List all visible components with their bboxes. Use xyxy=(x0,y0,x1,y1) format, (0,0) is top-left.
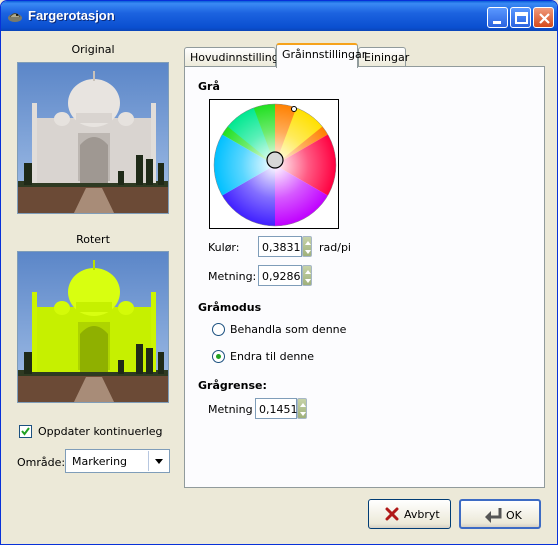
hue-unit: rad/pi xyxy=(319,241,351,254)
hue-input[interactable]: 0,3831 xyxy=(258,236,302,257)
ok-button[interactable]: OK xyxy=(459,499,541,529)
update-continuously-label[interactable]: Oppdater kontinuerleg xyxy=(38,425,163,438)
area-combobox[interactable]: Markering xyxy=(65,449,170,473)
title-bar[interactable]: Fargerotasjon xyxy=(1,1,557,31)
threshold-saturation-label: Metning xyxy=(208,403,253,416)
radio-change-to-this-label[interactable]: Endra til denne xyxy=(230,350,314,363)
tab-main-settings[interactable]: Hovudinnstillingar xyxy=(184,47,290,67)
checkmark-icon xyxy=(21,427,30,436)
tab-gray-settings[interactable]: Gråinnstillingar xyxy=(276,43,366,68)
hue-spin-button[interactable] xyxy=(302,236,312,257)
original-label: Original xyxy=(71,43,115,56)
saturation-value: 0,9286 xyxy=(262,270,301,283)
window-title: Fargerotasjon xyxy=(28,8,115,23)
chevron-down-icon xyxy=(155,459,163,464)
minimize-button[interactable] xyxy=(487,7,508,28)
close-button[interactable] xyxy=(533,7,554,28)
threshold-saturation-value: 0,1451 xyxy=(259,403,298,416)
gray-heading: Grå xyxy=(198,80,220,93)
graymode-heading: Gråmodus xyxy=(198,301,262,314)
hue-label: Kulør: xyxy=(208,241,240,254)
cancel-button[interactable]: Avbryt xyxy=(368,499,451,529)
update-continuously-checkbox[interactable] xyxy=(19,425,32,438)
ok-return-icon xyxy=(485,508,502,523)
area-combobox-value: Markering xyxy=(72,455,128,468)
dialog-window: Fargerotasjon Original Rotert Oppdater k… xyxy=(0,0,558,545)
tab-units-label: Einingar xyxy=(364,51,410,64)
radio-treat-as-this-label[interactable]: Behandla som denne xyxy=(230,323,346,336)
color-wheel[interactable] xyxy=(210,100,339,229)
threshold-spin-button[interactable] xyxy=(297,398,307,419)
radio-selected-dot xyxy=(216,354,221,359)
radio-treat-as-this[interactable] xyxy=(212,323,225,336)
cancel-x-icon xyxy=(385,507,399,521)
minimize-icon xyxy=(493,21,501,24)
area-dropdown-button[interactable] xyxy=(148,451,168,471)
threshold-saturation-input[interactable]: 0,1451 xyxy=(255,398,298,419)
tab-main-settings-label: Hovudinnstillingar xyxy=(190,51,290,64)
tab-gray-settings-label: Gråinnstillingar xyxy=(282,48,367,61)
hue-value: 0,3831 xyxy=(262,241,301,254)
saturation-spin-button[interactable] xyxy=(302,265,312,286)
spin-arrows-icon xyxy=(305,270,311,283)
spin-arrows-icon xyxy=(305,241,311,254)
threshold-heading: Grågrense: xyxy=(198,379,267,392)
spin-arrows-icon xyxy=(300,403,306,416)
maximize-button[interactable] xyxy=(510,7,531,28)
color-wheel-area[interactable] xyxy=(209,99,339,229)
original-preview xyxy=(17,62,169,214)
radio-change-to-this[interactable] xyxy=(212,350,225,363)
ok-button-label: OK xyxy=(506,509,522,522)
rotated-image xyxy=(18,252,168,402)
saturation-label: Metning: xyxy=(208,270,257,283)
cancel-button-label: Avbryt xyxy=(404,508,440,521)
area-label: Område: xyxy=(17,456,66,469)
rotated-label: Rotert xyxy=(76,233,110,246)
gray-settings-panel: Grå Kulør: 0,3831 rad/pi Metning: 0,9286… xyxy=(184,66,545,488)
app-icon xyxy=(8,13,22,22)
original-image xyxy=(18,63,168,213)
maximize-icon xyxy=(515,12,528,24)
saturation-input[interactable]: 0,9286 xyxy=(258,265,302,286)
close-icon xyxy=(539,13,550,24)
rotated-preview xyxy=(17,251,169,403)
